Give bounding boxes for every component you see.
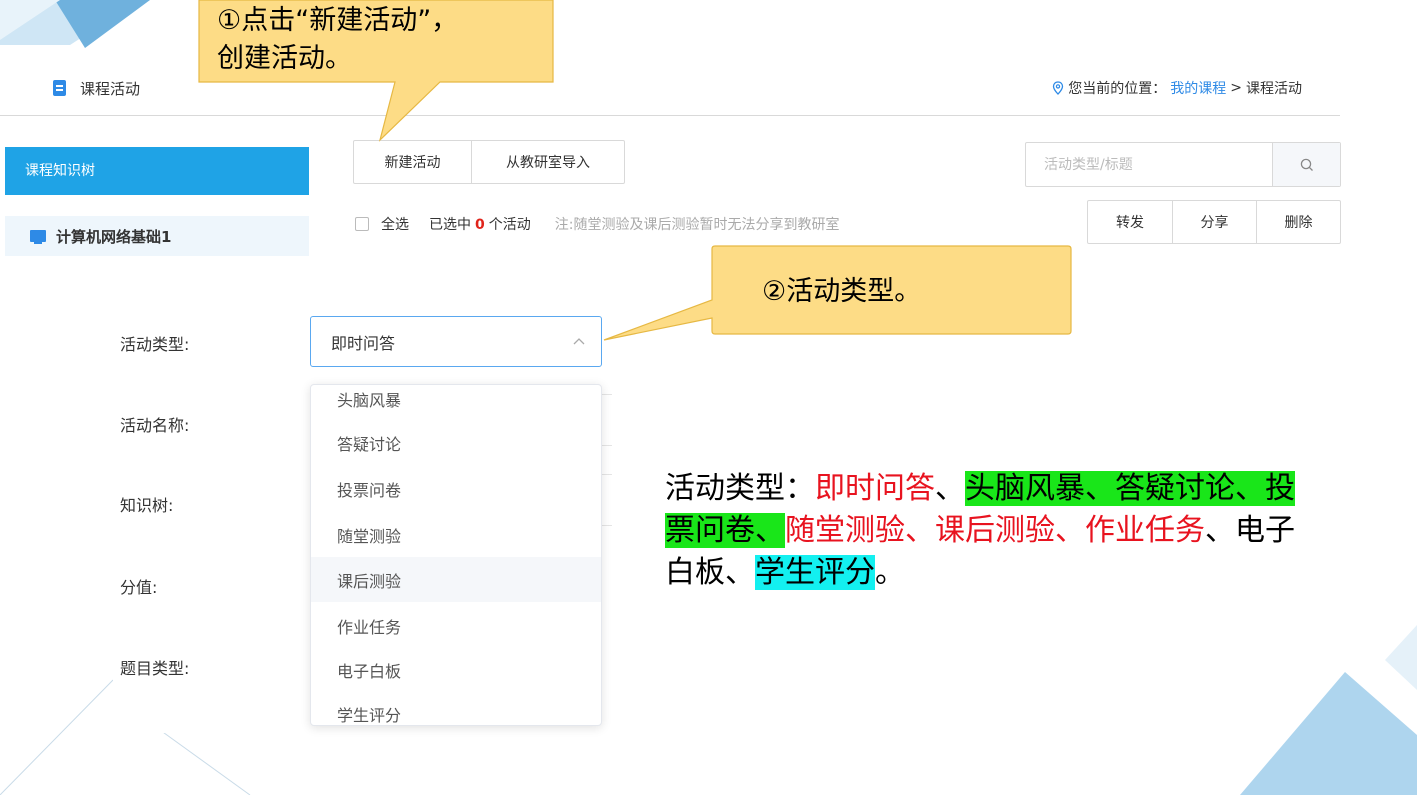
dropdown-option[interactable]: 电子白板 [311, 647, 601, 692]
dropdown-option[interactable]: 投票问卷 [311, 466, 601, 511]
search-box [1025, 142, 1341, 187]
callout-line: ①点击“新建活动”， [217, 5, 459, 36]
dropdown-option[interactable]: 作业任务 [311, 603, 601, 648]
selected-suffix: 个活动 [488, 217, 531, 233]
annotation-prefix: 活动类型： [665, 471, 815, 506]
delete-button[interactable]: 删除 [1256, 201, 1340, 243]
activity-type-select[interactable]: 即时问答 [310, 316, 602, 367]
field-edge [602, 394, 612, 395]
breadcrumb: 您当前的位置： 我的课程 > 课程活动 [1052, 78, 1302, 98]
annotation-end: 。 [875, 555, 905, 590]
field-edge [602, 525, 612, 526]
breadcrumb-current: 课程活动 [1246, 81, 1302, 97]
location-label: 您当前的位置： [1068, 81, 1167, 97]
share-note: 注:随堂测验及课后测验暂时无法分享到教研室 [554, 217, 840, 233]
monitor-icon [30, 230, 46, 244]
search-button[interactable] [1272, 143, 1340, 186]
import-from-office-button[interactable]: 从教研室导入 [471, 141, 624, 183]
sidebar-item-course[interactable]: 计算机网络基础1 [5, 216, 309, 256]
form-label-knowledge-tree: 知识树: [120, 496, 174, 515]
activity-type-value: 即时问答 [331, 333, 396, 353]
dropdown-option[interactable]: 随堂测验 [311, 512, 601, 557]
breadcrumb-separator: > [1230, 80, 1242, 96]
sidebar-item-label: 计算机网络基础1 [56, 227, 172, 246]
annotation-red-2: 随堂测验、课后测验、作业任务 [785, 513, 1205, 548]
selected-count-text: 已选中 0 个活动 [429, 214, 531, 234]
dropdown-option-hovered[interactable]: 课后测验 [311, 557, 601, 602]
page-title: 课程活动 [80, 80, 141, 98]
annotation-cyan: 学生评分 [755, 555, 875, 590]
annotation-sep-1: 、 [935, 471, 965, 506]
form-label-question-type: 题目类型: [120, 659, 190, 678]
share-button[interactable]: 分享 [1172, 201, 1256, 243]
action-button-group: 转发 分享 删除 [1087, 200, 1341, 244]
location-pin-icon [1053, 81, 1064, 95]
select-all-checkbox[interactable] [355, 217, 369, 231]
chevron-up-icon [573, 338, 585, 345]
form-label-activity-name: 活动名称: [120, 416, 190, 435]
activity-type-dropdown: 头脑风暴 答疑讨论 投票问卷 随堂测验 课后测验 作业任务 电子白板 学生评分 [310, 384, 602, 726]
header-divider [0, 115, 1340, 116]
activity-types-annotation: 活动类型：即时问答、头脑风暴、答疑讨论、投票问卷、随堂测验、课后测验、作业任务、… [665, 468, 1305, 594]
selection-row: 全选 已选中 0 个活动 注:随堂测验及课后测验暂时无法分享到教研室 [355, 214, 839, 234]
form-label-score: 分值: [120, 578, 158, 597]
field-edge [602, 445, 612, 446]
dropdown-option[interactable]: 头脑风暴 [311, 385, 601, 421]
search-input[interactable] [1026, 143, 1272, 186]
toolbar-button-group: 新建活动 从教研室导入 [353, 140, 625, 184]
search-icon [1300, 158, 1313, 171]
callout-line: 创建活动。 [217, 43, 352, 74]
select-all-label[interactable]: 全选 [381, 214, 409, 234]
form-label-activity-type: 活动类型: [120, 335, 190, 354]
sidebar-item-knowledge-tree[interactable]: 课程知识树 [5, 147, 309, 195]
forward-button[interactable]: 转发 [1088, 201, 1172, 243]
annotation-red-1: 即时问答 [815, 471, 935, 506]
callout-activity-type-text: ②活动类型。 [762, 276, 922, 307]
breadcrumb-link-my-courses[interactable]: 我的课程 [1170, 78, 1226, 98]
selected-prefix: 已选中 [429, 217, 471, 233]
new-activity-button[interactable]: 新建活动 [354, 141, 471, 183]
dropdown-option[interactable]: 学生评分 [311, 691, 601, 725]
selected-count: 0 [475, 217, 485, 233]
dropdown-option[interactable]: 答疑讨论 [311, 420, 601, 465]
document-icon [53, 80, 66, 96]
field-edge [602, 474, 612, 475]
callout-new-activity-text: ①点击“新建活动”， 创建活动。 [217, 2, 458, 78]
